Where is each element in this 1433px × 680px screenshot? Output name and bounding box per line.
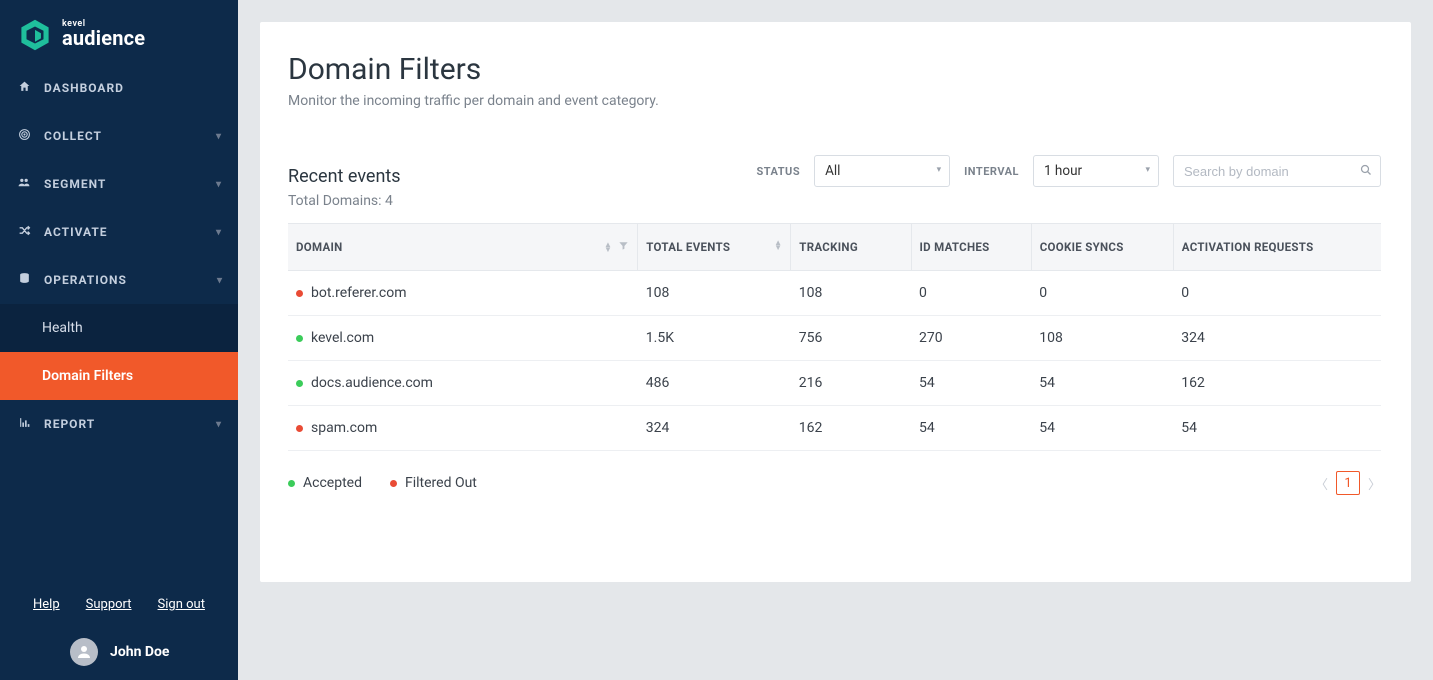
logo-product: audience (62, 26, 145, 50)
table-row[interactable]: bot.referer.com108108000 (288, 271, 1381, 316)
home-icon (16, 80, 32, 97)
content-card: Domain Filters Monitor the incoming traf… (260, 22, 1411, 582)
col-cookie-syncs: COOKIE SYNCS (1031, 224, 1173, 271)
chevron-down-icon: ▾ (937, 165, 942, 175)
pager-page-current[interactable]: 1 (1336, 471, 1360, 495)
sidebar-item-operations[interactable]: OPERATIONS ▴ (0, 256, 238, 304)
sidebar-item-label: REPORT (44, 417, 216, 431)
target-icon (16, 128, 32, 145)
sidebar-item-segment[interactable]: SEGMENT ▾ (0, 160, 238, 208)
operations-sub-items: Health Domain Filters (0, 304, 238, 400)
database-icon (16, 272, 32, 289)
sign-out-link[interactable]: Sign out (158, 597, 205, 612)
sidebar-footer: Help Support Sign out John Doe (0, 585, 238, 680)
search-icon (1360, 164, 1372, 179)
interval-select[interactable]: 1 hour ▾ (1033, 155, 1159, 187)
table-footer: Accepted Filtered Out 〈 1 〉 (288, 471, 1381, 495)
filter-icon[interactable] (618, 240, 629, 254)
pager-prev[interactable]: 〈 (1315, 474, 1328, 493)
sidebar-sub-health[interactable]: Health (0, 304, 238, 352)
search-input[interactable] (1184, 164, 1360, 179)
chevron-down-icon: ▾ (216, 131, 222, 142)
main-content: Domain Filters Monitor the incoming traf… (238, 0, 1433, 680)
status-label: STATUS (757, 165, 801, 178)
sidebar-item-label: ACTIVATE (44, 225, 216, 239)
page-subtitle: Monitor the incoming traffic per domain … (288, 93, 1381, 109)
sidebar-item-label: DASHBOARD (44, 81, 222, 95)
help-link[interactable]: Help (33, 597, 60, 612)
status-dot (296, 290, 303, 297)
chevron-down-icon: ▾ (216, 419, 222, 430)
status-dot (296, 335, 303, 342)
col-tracking: TRACKING (791, 224, 911, 271)
sidebar-nav: DASHBOARD COLLECT ▾ SEGMENT ▾ ACTIVATE ▾ (0, 64, 238, 585)
sidebar-item-label: COLLECT (44, 129, 216, 143)
chevron-down-icon: ▾ (216, 179, 222, 190)
search-input-wrap[interactable] (1173, 155, 1381, 187)
section-title: Recent events (288, 166, 401, 187)
status-select[interactable]: All ▾ (814, 155, 950, 187)
support-link[interactable]: Support (86, 597, 132, 612)
status-dot (296, 425, 303, 432)
logo-text: kevel audience (62, 20, 145, 50)
col-id-matches: ID MATCHES (911, 224, 1031, 271)
sidebar: kevel audience DASHBOARD COLLECT ▾ SEGME… (0, 0, 238, 680)
sidebar-item-activate[interactable]: ACTIVATE ▾ (0, 208, 238, 256)
chevron-up-icon: ▴ (216, 275, 222, 286)
controls-row: Recent events STATUS All ▾ INTERVAL 1 ho… (288, 155, 1381, 187)
sidebar-item-label: OPERATIONS (44, 273, 216, 287)
sidebar-sub-domain-filters[interactable]: Domain Filters (0, 352, 238, 400)
sidebar-item-dashboard[interactable]: DASHBOARD (0, 64, 238, 112)
shuffle-icon (16, 224, 32, 241)
interval-label: INTERVAL (964, 165, 1019, 178)
col-domain[interactable]: DOMAIN ▲▼ (288, 224, 638, 271)
status-value: All (825, 163, 840, 179)
legend-filtered: Filtered Out (390, 475, 477, 491)
sidebar-item-report[interactable]: REPORT ▾ (0, 400, 238, 448)
interval-value: 1 hour (1044, 163, 1082, 179)
events-table: DOMAIN ▲▼ TOTAL EVENTS ▲▼ (288, 223, 1381, 451)
sort-icon[interactable]: ▲▼ (604, 242, 612, 252)
page-title: Domain Filters (288, 52, 1381, 87)
col-activation: ACTIVATION REQUESTS (1173, 224, 1381, 271)
pagination: 〈 1 〉 (1315, 471, 1381, 495)
avatar (70, 638, 98, 666)
users-icon (16, 176, 32, 193)
sidebar-item-collect[interactable]: COLLECT ▾ (0, 112, 238, 160)
sort-icon[interactable]: ▲▼ (774, 240, 782, 250)
table-row[interactable]: spam.com324162545454 (288, 406, 1381, 451)
total-domains: Total Domains: 4 (288, 193, 1381, 209)
status-dot (296, 380, 303, 387)
col-total-events[interactable]: TOTAL EVENTS ▲▼ (638, 224, 791, 271)
pager-next[interactable]: 〉 (1368, 474, 1381, 493)
legend-accepted: Accepted (288, 475, 362, 491)
logo[interactable]: kevel audience (0, 0, 238, 64)
chevron-down-icon: ▾ (1145, 165, 1150, 175)
table-row[interactable]: docs.audience.com4862165454162 (288, 361, 1381, 406)
chevron-down-icon: ▾ (216, 227, 222, 238)
logo-icon (18, 18, 52, 52)
user-row[interactable]: John Doe (0, 626, 238, 680)
sidebar-item-label: SEGMENT (44, 177, 216, 191)
user-name: John Doe (110, 644, 169, 660)
table-row[interactable]: kevel.com1.5K756270108324 (288, 316, 1381, 361)
chart-icon (16, 416, 32, 433)
